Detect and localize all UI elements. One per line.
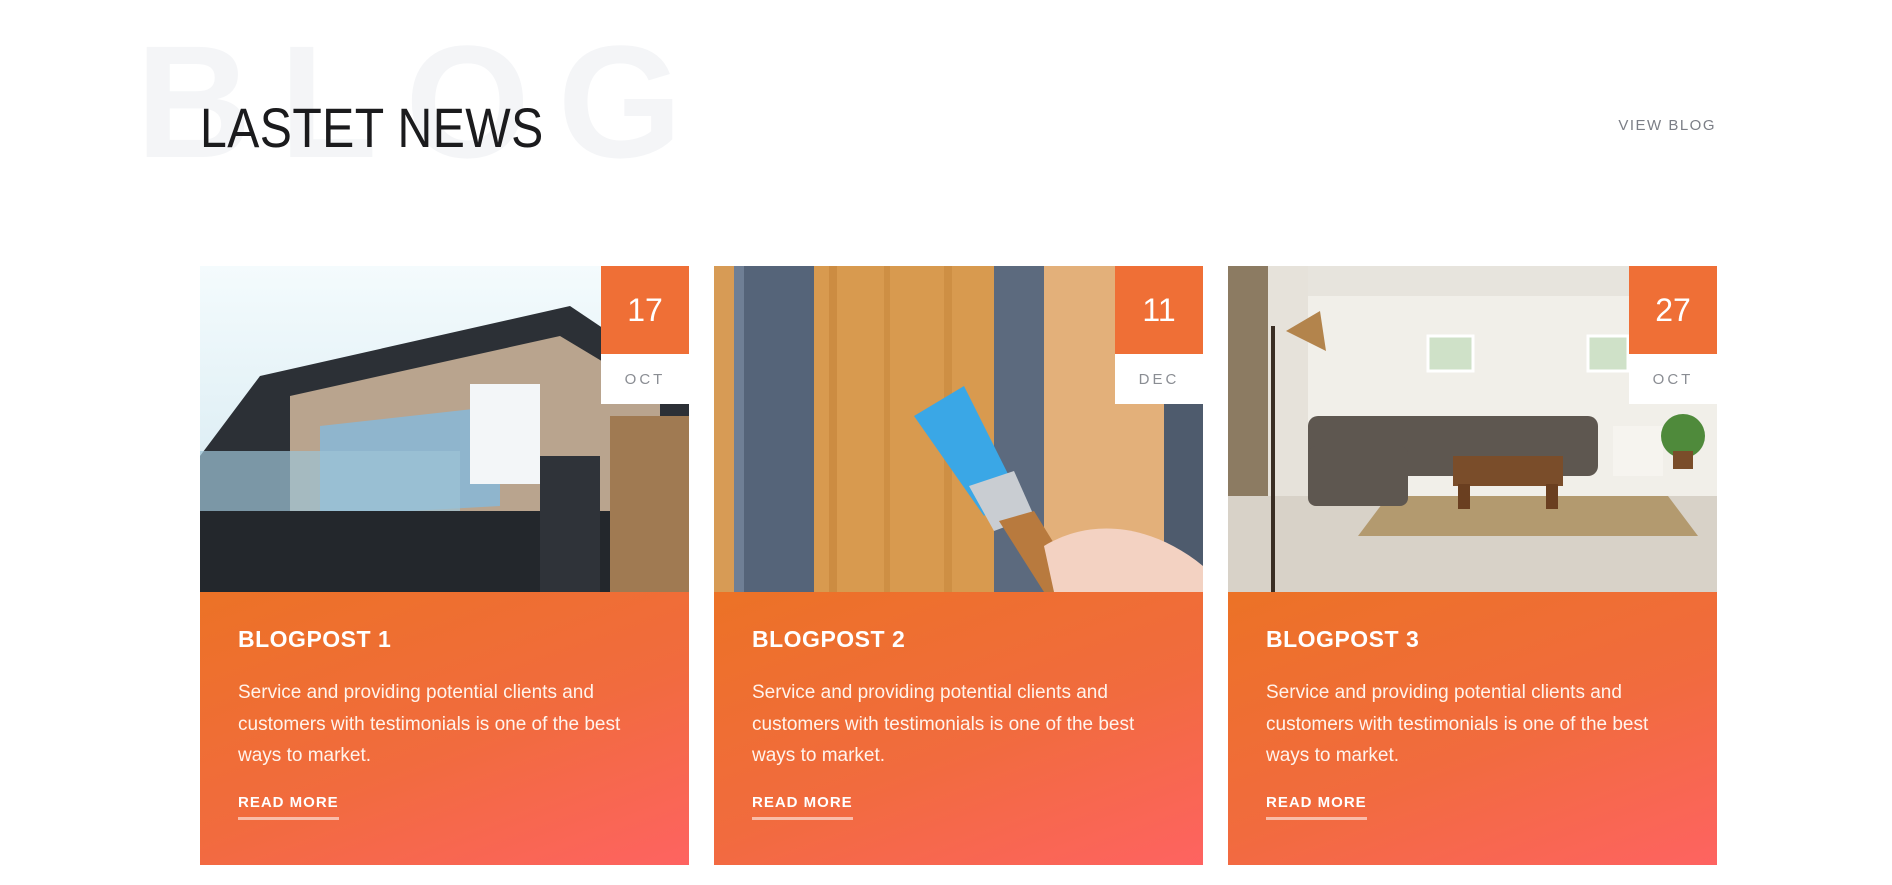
date-day: 11 (1115, 266, 1203, 354)
card-body: BLOGPOST 3 Service and providing potenti… (1228, 592, 1717, 865)
card-body: BLOGPOST 2 Service and providing potenti… (714, 592, 1203, 865)
date-month: DEC (1115, 354, 1203, 404)
post-title[interactable]: BLOGPOST 3 (1266, 626, 1679, 653)
latest-news-section: BLOG LASTET NEWS VIEW BLOG 17 OCT BLOGPO… (0, 0, 1892, 885)
post-title[interactable]: BLOGPOST 1 (238, 626, 651, 653)
read-more-link[interactable]: READ MORE (752, 794, 853, 820)
date-badge: 27 OCT (1629, 266, 1717, 404)
date-month: OCT (601, 354, 689, 404)
read-more-link[interactable]: READ MORE (238, 794, 339, 820)
post-excerpt: Service and providing potential clients … (238, 682, 621, 766)
date-badge: 11 DEC (1115, 266, 1203, 404)
date-badge: 17 OCT (601, 266, 689, 404)
read-more-link[interactable]: READ MORE (1266, 794, 1367, 820)
blog-card[interactable]: 27 OCT BLOGPOST 3 Service and providing … (1228, 266, 1717, 865)
blog-card[interactable]: 11 DEC BLOGPOST 2 Service and providing … (714, 266, 1203, 865)
blog-card[interactable]: 17 OCT BLOGPOST 1 Service and providing … (200, 266, 689, 865)
date-month: OCT (1629, 354, 1717, 404)
section-heading: LASTET NEWS (200, 96, 544, 159)
view-blog-link[interactable]: VIEW BLOG (1618, 117, 1716, 134)
post-excerpt: Service and providing potential clients … (752, 682, 1135, 766)
date-day: 27 (1629, 266, 1717, 354)
date-day: 17 (601, 266, 689, 354)
card-body: BLOGPOST 1 Service and providing potenti… (200, 592, 689, 865)
blog-cards: 17 OCT BLOGPOST 1 Service and providing … (200, 266, 1717, 865)
post-excerpt: Service and providing potential clients … (1266, 682, 1649, 766)
post-title[interactable]: BLOGPOST 2 (752, 626, 1165, 653)
